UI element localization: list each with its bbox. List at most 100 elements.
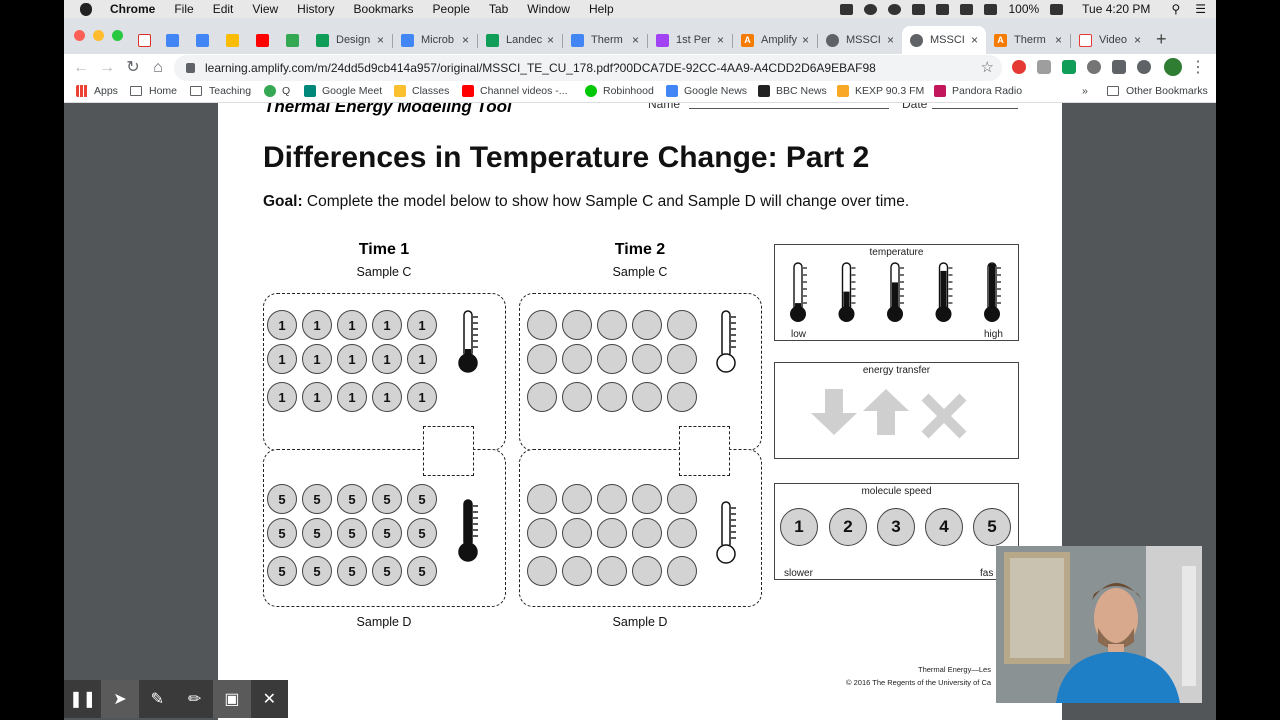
pinned-tab-docs[interactable] [188, 26, 212, 54]
time2-sample-d-molecule[interactable] [632, 518, 662, 548]
bookmark-channel-videos[interactable]: Channel videos -... [462, 85, 568, 97]
new-tab-button[interactable]: + [1156, 30, 1167, 48]
time2-sample-c-molecule[interactable] [562, 382, 592, 412]
tab-landec[interactable]: Landec × [478, 26, 562, 54]
time1-sample-c-molecule[interactable]: 1 [302, 310, 332, 340]
bookmark-apps[interactable]: Apps [76, 85, 118, 97]
bookmark-q[interactable]: Q [264, 85, 290, 97]
time1-sample-d-molecule[interactable]: 5 [407, 484, 437, 514]
time2-sample-d-molecule[interactable] [632, 484, 662, 514]
extension-download-icon[interactable] [1137, 60, 1151, 74]
close-tab-icon[interactable]: × [547, 33, 554, 47]
dropbox-status-icon[interactable] [888, 3, 902, 15]
speed-3-button[interactable]: 3 [877, 508, 915, 546]
pdf-page[interactable]: Thermal Energy Modeling Tool Name Date D… [218, 103, 1062, 720]
time1-sample-d-molecule[interactable]: 5 [302, 518, 332, 548]
zoom-window-button[interactable] [112, 30, 123, 41]
time2-sample-d-molecule[interactable] [667, 484, 697, 514]
close-tab-icon[interactable]: × [717, 33, 724, 47]
menu-history[interactable]: History [297, 2, 334, 16]
pinned-tab-gmail[interactable] [130, 26, 154, 54]
speed-4-button[interactable]: 4 [925, 508, 963, 546]
bookmark-google-meet[interactable]: Google Meet [304, 85, 382, 97]
time2-sample-c-molecule[interactable] [632, 382, 662, 412]
forward-button[interactable]: → [97, 58, 117, 78]
menu-people[interactable]: People [433, 2, 470, 16]
bookmark-pandora[interactable]: Pandora Radio [934, 85, 1022, 97]
extensions-puzzle-icon[interactable] [1112, 60, 1126, 74]
extension-record-icon[interactable] [1012, 60, 1026, 74]
time1-sample-d-molecule[interactable]: 5 [372, 484, 402, 514]
tab-mssci-active[interactable]: MSSCI × [902, 26, 986, 54]
time1-sample-c-molecule[interactable]: 1 [372, 344, 402, 374]
close-tab-icon[interactable]: × [462, 33, 469, 47]
bookmark-other[interactable]: Other Bookmarks [1107, 85, 1208, 97]
airplay-icon[interactable] [960, 3, 974, 15]
time1-sample-d-molecule[interactable]: 5 [372, 518, 402, 548]
time1-sample-d-molecule[interactable]: 5 [372, 556, 402, 586]
bookmark-bbc-news[interactable]: BBC News [758, 85, 827, 97]
time1-sample-c-molecule[interactable]: 1 [267, 344, 297, 374]
menu-edit[interactable]: Edit [213, 2, 234, 16]
time2-sample-c-molecule[interactable] [597, 344, 627, 374]
camera-status-icon[interactable] [840, 3, 854, 15]
tab-therm-docs[interactable]: Therm × [563, 26, 647, 54]
app-status-icon[interactable] [912, 3, 926, 15]
time1-sample-d-molecule[interactable]: 5 [267, 484, 297, 514]
bookmark-star-icon[interactable]: ☆ [981, 58, 994, 76]
camera-icon[interactable]: ▣ [213, 680, 251, 718]
time2-sample-c-molecule[interactable] [597, 382, 627, 412]
time2-energy-transfer-slot[interactable] [679, 426, 730, 476]
time1-sample-c-molecule[interactable]: 1 [302, 382, 332, 412]
menu-help[interactable]: Help [589, 2, 614, 16]
time2-sample-d-molecule[interactable] [597, 556, 627, 586]
time2-sample-c-molecule[interactable] [667, 382, 697, 412]
close-window-button[interactable] [74, 30, 85, 41]
pinned-tab-youtube[interactable] [248, 26, 272, 54]
time2-sample-c-molecule[interactable] [632, 344, 662, 374]
address-bar[interactable]: learning.amplify.com/m/24dd5d9cb414a957/… [174, 55, 1002, 81]
close-tab-icon[interactable]: × [632, 33, 639, 47]
time2-sample-c-molecule[interactable] [667, 310, 697, 340]
url-text[interactable]: learning.amplify.com/m/24dd5d9cb414a957/… [205, 61, 876, 75]
tab-amplify[interactable]: A Amplify × [733, 26, 817, 54]
close-tab-icon[interactable]: × [971, 33, 978, 47]
pen-icon[interactable]: ✎ [139, 680, 176, 718]
close-tab-icon[interactable]: × [802, 33, 809, 47]
close-icon[interactable]: ✕ [251, 680, 288, 718]
control-center-icon[interactable]: ☰ [1195, 2, 1206, 16]
time1-sample-d-molecule[interactable]: 5 [302, 484, 332, 514]
extension-person-icon[interactable] [1087, 60, 1101, 74]
speed-5-button[interactable]: 5 [973, 508, 1011, 546]
bookmark-robinhood[interactable]: Robinhood [585, 85, 654, 97]
back-button[interactable]: ← [71, 58, 91, 78]
reload-button[interactable]: ↻ [123, 58, 143, 78]
time2-sample-d-molecule[interactable] [667, 518, 697, 548]
time1-sample-c-molecule[interactable]: 1 [407, 344, 437, 374]
pointer-icon[interactable]: ➤ [101, 680, 139, 718]
no-transfer-x-icon[interactable] [921, 393, 971, 441]
extension-icon[interactable] [1037, 60, 1051, 74]
time1-sample-d-molecule[interactable]: 5 [337, 556, 367, 586]
tab-mssci-1[interactable]: MSSCI × [818, 26, 902, 54]
lock-icon[interactable] [186, 63, 195, 73]
menu-window[interactable]: Window [527, 2, 570, 16]
bookmark-kexp[interactable]: KEXP 90.3 FM [837, 85, 924, 97]
webcam-overlay[interactable] [996, 546, 1202, 703]
close-tab-icon[interactable]: × [887, 33, 894, 47]
chrome-menu-icon[interactable]: ⋮ [1188, 58, 1208, 78]
menu-file[interactable]: File [174, 2, 193, 16]
tab-video[interactable]: Video × [1071, 26, 1149, 54]
time2-sample-c-molecule[interactable] [562, 310, 592, 340]
spotlight-icon[interactable]: ⚲ [1171, 2, 1180, 16]
time2-sample-c-molecule[interactable] [562, 344, 592, 374]
time2-sample-d-molecule[interactable] [527, 484, 557, 514]
time2-sample-c-molecule[interactable] [632, 310, 662, 340]
arrow-up-icon[interactable] [863, 389, 917, 441]
time1-sample-c-molecule[interactable]: 1 [372, 310, 402, 340]
speed-1-button[interactable]: 1 [780, 508, 818, 546]
time2-sample-c-molecule[interactable] [667, 344, 697, 374]
time1-sample-d-molecule[interactable]: 5 [407, 556, 437, 586]
pinned-tab-q[interactable] [278, 26, 302, 54]
minimize-window-button[interactable] [93, 30, 104, 41]
